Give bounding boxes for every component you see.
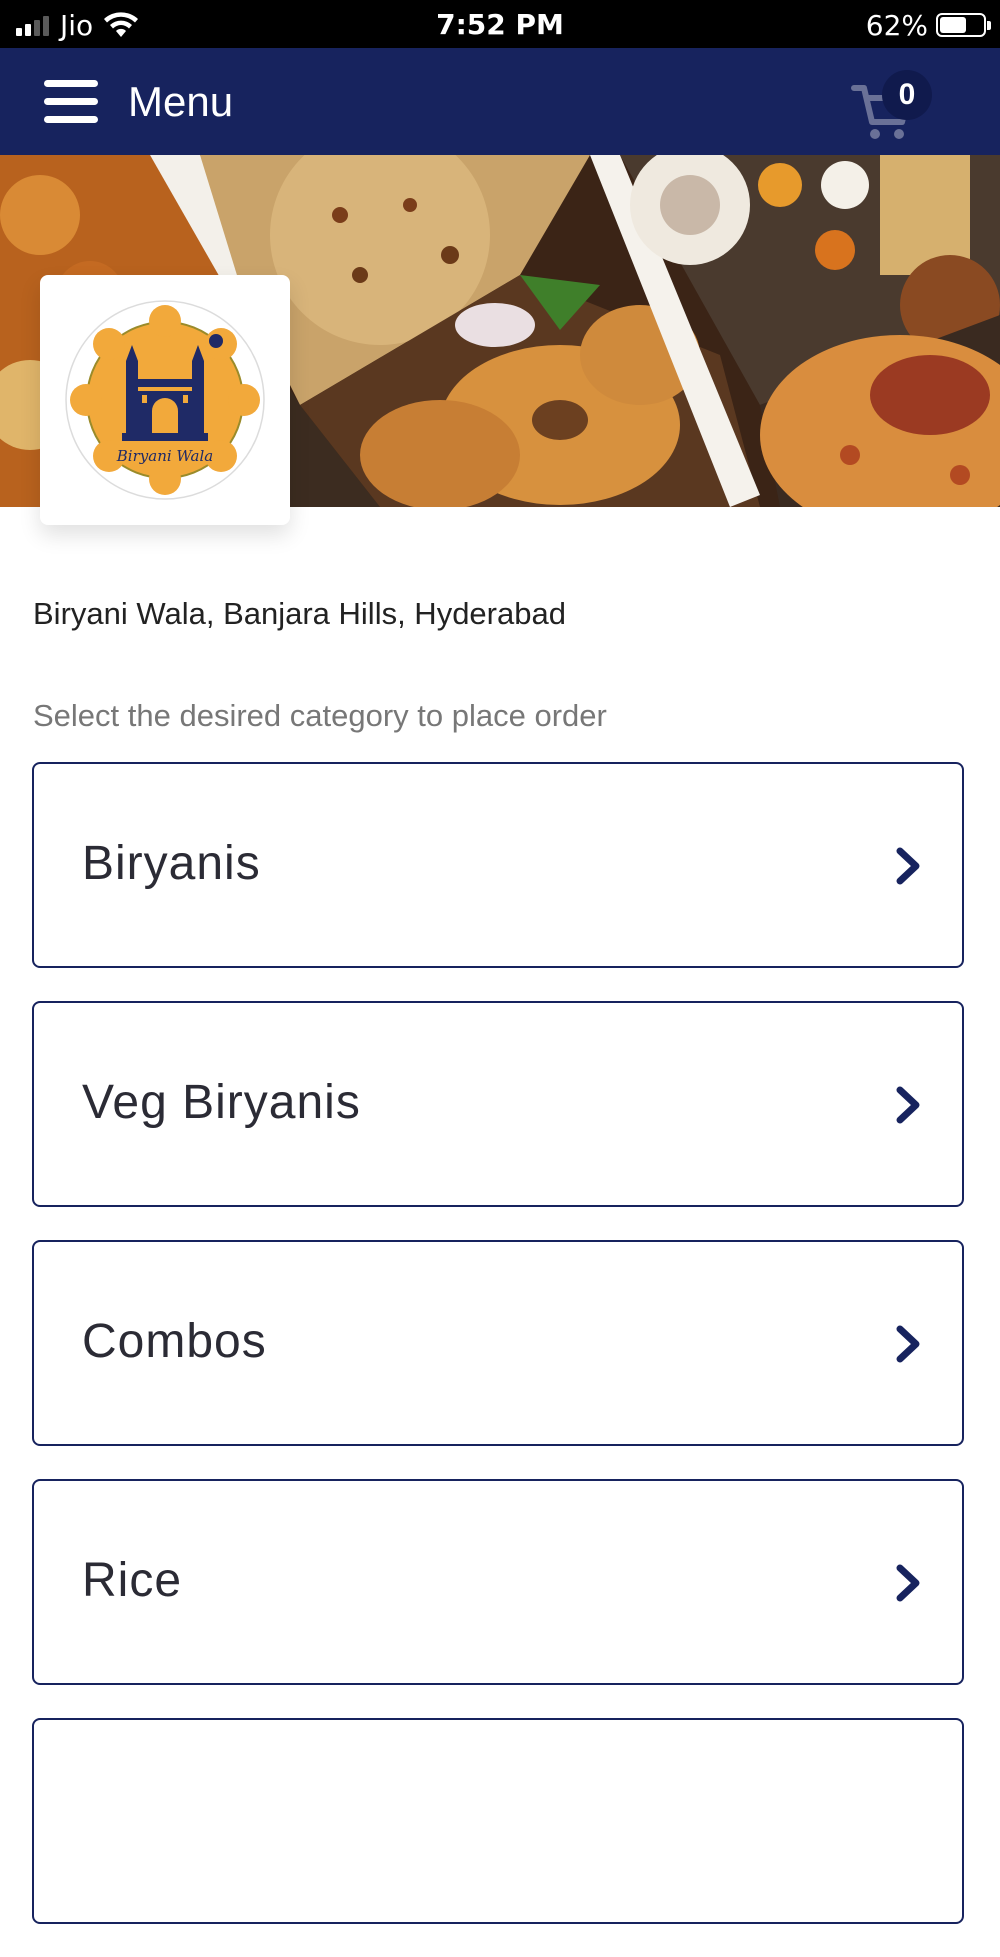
category-item-partial[interactable]	[32, 1718, 964, 1924]
battery-percent: 62%	[865, 8, 928, 42]
category-label: Combos	[82, 1315, 267, 1368]
status-bar: Jio 7:52 PM 62%	[0, 0, 1000, 48]
category-item-veg-biryanis[interactable]: Veg Biryanis	[32, 1001, 964, 1207]
header-title: Menu	[128, 78, 234, 125]
hamburger-icon[interactable]	[44, 80, 98, 124]
status-time: 7:52 PM	[436, 8, 564, 41]
app-header: Menu 0	[0, 48, 1000, 155]
chevron-right-icon	[896, 1325, 920, 1363]
logo-text: Biryani Wala	[116, 447, 213, 465]
category-label: Rice	[82, 1554, 183, 1607]
chevron-right-icon	[896, 847, 920, 885]
category-instruction: Select the desired category to place ord…	[33, 698, 607, 733]
restaurant-name: Biryani Wala, Banjara Hills, Hyderabad	[33, 596, 566, 631]
cart-button[interactable]: 0	[850, 70, 950, 150]
status-right: 62%	[865, 8, 991, 42]
chevron-right-icon	[896, 1086, 920, 1124]
category-label: Veg Biryanis	[82, 1076, 361, 1129]
category-item-combos[interactable]: Combos	[32, 1240, 964, 1446]
category-item-biryanis[interactable]: Biryanis	[32, 762, 964, 968]
chevron-right-icon	[896, 1564, 920, 1602]
battery-icon	[936, 13, 991, 37]
battery-fill	[940, 17, 967, 33]
restaurant-logo: Biryani Wala	[65, 300, 265, 500]
category-item-rice[interactable]: Rice	[32, 1479, 964, 1685]
category-label: Biryanis	[82, 837, 261, 890]
restaurant-logo-card: Biryani Wala	[40, 275, 290, 525]
cart-count-badge: 0	[882, 70, 932, 120]
